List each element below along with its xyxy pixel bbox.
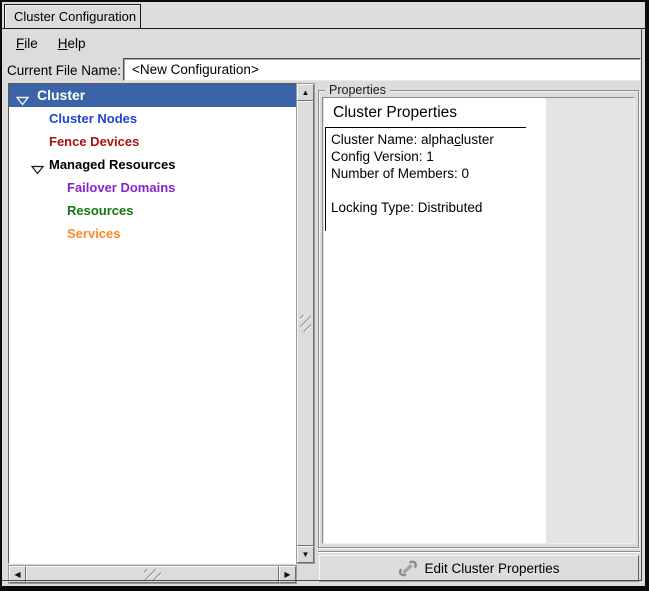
properties-viewport: Cluster Properties Cluster Name: alphacl… [322, 97, 635, 544]
tree-item-cluster-nodes[interactable]: Cluster Nodes [9, 107, 296, 130]
thumb-grip-icon [144, 569, 161, 580]
thumb-grip-icon [300, 315, 311, 332]
window-relief [2, 580, 642, 581]
tree-item-label: Resources [67, 199, 133, 222]
tree-item-services[interactable]: Services [9, 222, 296, 245]
wrench-icon [398, 560, 418, 577]
scroll-up-button[interactable]: ▲ [297, 84, 314, 101]
window-relief [641, 28, 642, 581]
tree-item-failover-domains[interactable]: Failover Domains [9, 176, 296, 199]
locking-type-line: Locking Type: Distributed [331, 199, 494, 216]
members-line: Number of Members: 0 [331, 165, 494, 182]
menu-file[interactable]: File [6, 33, 48, 54]
button-separator [318, 551, 640, 553]
current-file-name-input[interactable] [123, 58, 641, 81]
spacer [331, 182, 494, 199]
tree-item-managed-resources[interactable]: Managed Resources [9, 153, 296, 176]
vertical-scrollbar-thumb[interactable] [297, 101, 314, 546]
edit-button-label: Edit Cluster Properties [424, 561, 559, 576]
tree-horizontal-scrollbar[interactable]: ◀ ▶ [8, 565, 297, 584]
notebook-border [2, 28, 645, 29]
tree-item-label: Cluster [37, 84, 85, 107]
property-lines: Cluster Name: alphacluster Config Versio… [331, 131, 494, 216]
down-arrow-icon: ▼ [302, 551, 310, 559]
heading-underline [325, 127, 526, 128]
properties-canvas: Cluster Properties Cluster Name: alphacl… [324, 98, 546, 543]
left-rule [325, 127, 326, 231]
scroll-down-button[interactable]: ▼ [297, 546, 314, 563]
up-arrow-icon: ▲ [302, 89, 310, 97]
tree-vertical-scrollbar[interactable]: ▲ ▼ [296, 83, 315, 564]
menu-help[interactable]: Help [48, 33, 96, 54]
current-file-name-label: Current File Name: [7, 63, 121, 78]
cluster-configuration-window: Cluster Configuration File Help Current … [0, 0, 649, 591]
properties-heading: Cluster Properties [333, 104, 457, 122]
menu-bar: File Help [2, 30, 645, 57]
edit-cluster-properties-button[interactable]: Edit Cluster Properties [319, 555, 639, 581]
tree-item-cluster[interactable]: Cluster [9, 84, 296, 107]
tree-item-label: Cluster Nodes [49, 107, 137, 130]
config-version-line: Config Version: 1 [331, 148, 494, 165]
properties-frame-label: Properties [325, 83, 390, 97]
tree-item-label: Failover Domains [67, 176, 175, 199]
right-arrow-icon: ▶ [284, 571, 290, 579]
cluster-tree: Cluster Cluster Nodes Fence Devices Mana… [8, 83, 297, 564]
tree-item-label: Services [67, 222, 121, 245]
left-arrow-icon: ◀ [14, 571, 20, 579]
tab-cluster-configuration[interactable]: Cluster Configuration [4, 4, 141, 29]
tree-item-label: Fence Devices [49, 130, 139, 153]
cluster-name-line: Cluster Name: alphacluster [331, 131, 494, 148]
tree-item-label: Managed Resources [49, 153, 175, 176]
tree-item-fence-devices[interactable]: Fence Devices [9, 130, 296, 153]
tree-item-resources[interactable]: Resources [9, 199, 296, 222]
properties-frame: Properties Cluster Properties Cluster Na… [318, 90, 639, 548]
